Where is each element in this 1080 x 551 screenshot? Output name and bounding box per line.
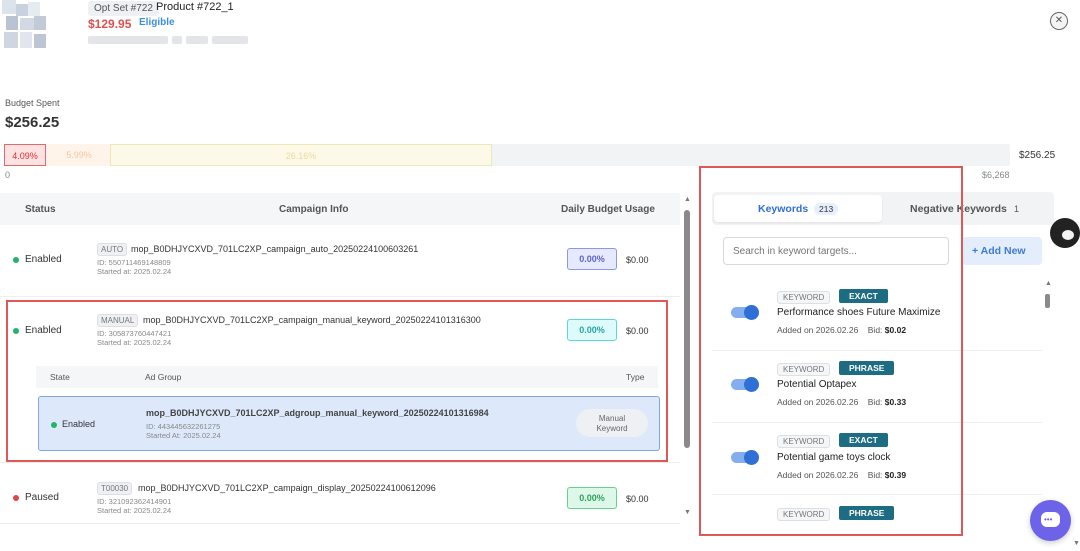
chat-icon[interactable] — [1030, 500, 1071, 541]
highlight-box-keywords — [699, 166, 963, 536]
blurred-product-info — [88, 36, 248, 44]
campaign-type-badge: T00030 — [97, 482, 133, 495]
campaign-type-badge: AUTO — [97, 243, 128, 256]
budget-segment: 4.09% — [4, 144, 46, 166]
budget-spent-value: $256.25 — [5, 114, 60, 131]
column-status: Status — [25, 204, 56, 215]
product-thumbnail — [2, 0, 54, 52]
opt-set-badge: Opt Set #722 — [88, 1, 159, 16]
campaign-table-header: Status Campaign Info Daily Budget Usage — [0, 193, 680, 225]
scroll-up-arrow[interactable]: ▲ — [1045, 280, 1052, 287]
scroll-down-arrow[interactable]: ▼ — [1073, 540, 1080, 547]
product-title: Product #722_1 — [156, 1, 234, 13]
product-price: $129.95 — [88, 17, 132, 31]
add-new-button[interactable]: + Add New — [962, 237, 1042, 265]
row-status: Paused — [25, 492, 59, 503]
row-status: Enabled — [25, 254, 62, 265]
budget-bar-total: $256.25 — [1019, 150, 1056, 161]
budget-amount: $0.00 — [626, 255, 649, 265]
budget-bar-min: 0 — [5, 170, 11, 180]
scroll-down-arrow[interactable]: ▼ — [684, 509, 691, 516]
table-row[interactable]: Enabled AUTO mop_B0DHJYCXVD_701LC2XP_cam… — [0, 225, 680, 297]
table-scrollbar[interactable] — [684, 210, 690, 448]
campaign-started: Started at: 2025.02.24 — [97, 506, 172, 515]
avatar-icon[interactable] — [1050, 218, 1080, 248]
keyword-scrollbar[interactable] — [1045, 294, 1050, 308]
campaign-name[interactable]: mop_B0DHJYCXVD_701LC2XP_campaign_display… — [138, 483, 436, 493]
budget-segment: 5.99% — [48, 144, 110, 166]
close-icon: ✕ — [1054, 15, 1064, 26]
scroll-up-arrow[interactable]: ▲ — [684, 196, 691, 203]
budget-usage-badge: 0.00% — [567, 248, 617, 270]
highlight-box-campaign — [6, 300, 668, 462]
table-row[interactable]: Paused T00030 mop_B0DHJYCXVD_701LC2XP_ca… — [0, 462, 680, 524]
campaign-name[interactable]: mop_B0DHJYCXVD_701LC2XP_campaign_auto_20… — [131, 244, 418, 254]
column-daily-budget: Daily Budget Usage — [561, 204, 655, 215]
status-dot — [13, 495, 19, 501]
budget-segment: 26.16% — [110, 144, 492, 166]
budget-bar-max: $6,268 — [982, 170, 1010, 180]
budget-progress-bar: 4.09% 5.99% 26.16% — [4, 144, 1010, 166]
campaign-started: Started at: 2025.02.24 — [97, 267, 172, 276]
column-campaign-info: Campaign Info — [279, 204, 349, 215]
eligibility-badge: Eligible — [139, 17, 175, 28]
budget-spent-label: Budget Spent — [5, 98, 60, 108]
tab-negative-count: 1 — [1014, 204, 1020, 214]
status-dot — [13, 257, 19, 263]
budget-usage-badge: 0.00% — [567, 487, 617, 509]
close-button[interactable]: ✕ — [1050, 12, 1068, 30]
budget-amount: $0.00 — [626, 494, 649, 504]
